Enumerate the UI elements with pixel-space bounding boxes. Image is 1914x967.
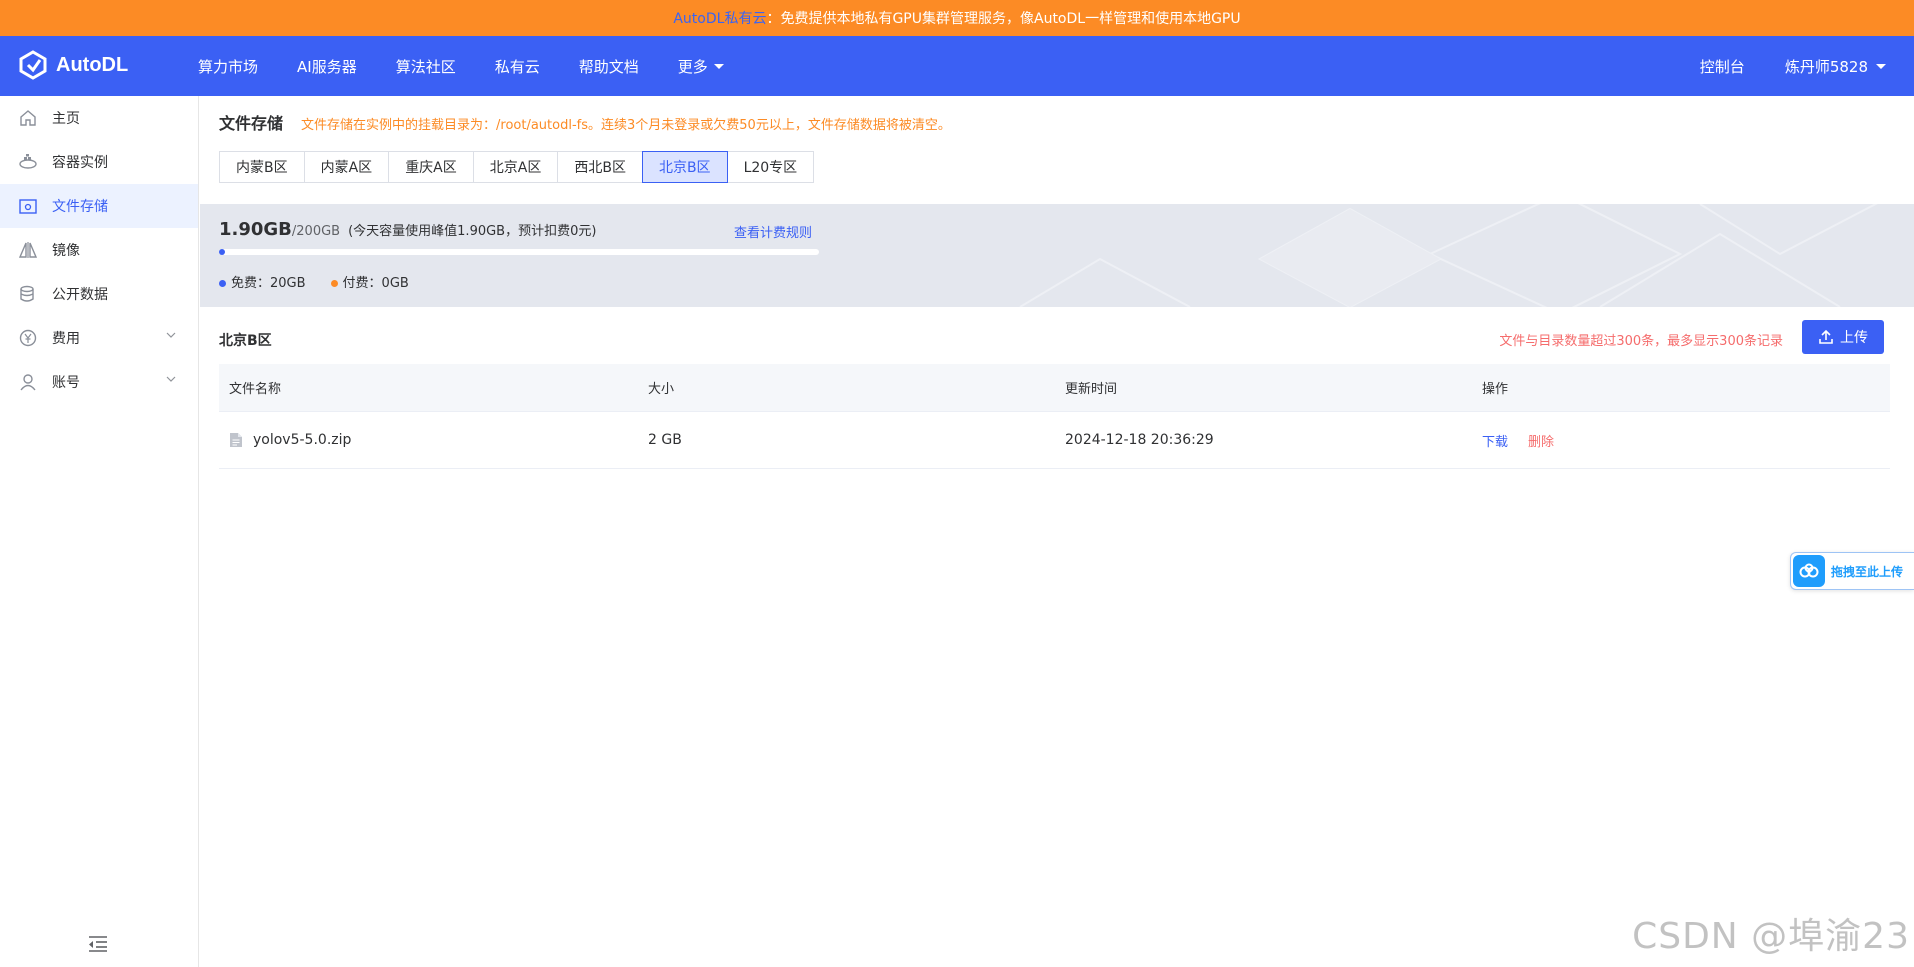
limit-warning: 文件与目录数量超过300条，最多显示300条记录 <box>1499 334 1783 349</box>
legend-free: 免费：20GB <box>219 272 306 291</box>
folder-icon <box>18 196 38 216</box>
nav-right: 控制台 炼丹师5828 <box>1700 36 1886 96</box>
legend-free-label: 免费：20GB <box>231 276 306 291</box>
logo-text: AutoDL <box>56 53 129 76</box>
watermark: CSDN @埠渝23 <box>1632 916 1910 957</box>
tab-neimeng-a[interactable]: 内蒙A区 <box>303 151 390 183</box>
usage-summary: 1.90GB /200GB (今天容量使用峰值1.90GB，预计扣费0元) <box>219 219 596 240</box>
caret-down-icon <box>1876 63 1886 69</box>
usage-note: (今天容量使用峰值1.90GB，预计扣费0元) <box>348 224 597 239</box>
private-cloud-link[interactable]: AutoDL私有云 <box>673 8 766 28</box>
legend-paid-label: 付费：0GB <box>342 276 409 291</box>
announcement-bar: AutoDL私有云 ：免费提供本地私有GPU集群管理服务，像AutoDL一样管理… <box>0 0 1914 36</box>
nav-item-ai-server[interactable]: AI服务器 <box>297 56 357 77</box>
file-actions: 下载 删除 <box>1472 431 1890 450</box>
tab-xibei-b[interactable]: 西北B区 <box>557 151 643 183</box>
file-updated-time: 2024-12-18 20:36:29 <box>1065 432 1214 448</box>
user-menu[interactable]: 炼丹师5828 <box>1785 56 1886 77</box>
nav-item-compute-market[interactable]: 算力市场 <box>198 56 258 77</box>
sidebar-item-label: 账号 <box>52 375 80 391</box>
sidebar-item-label: 文件存储 <box>52 199 108 215</box>
file-icon <box>230 433 242 447</box>
usage-progress-bar <box>219 249 819 255</box>
nav-menu: 算力市场 AI服务器 算法社区 私有云 帮助文档 更多 <box>198 36 763 96</box>
usage-used: 1.90GB <box>219 219 292 240</box>
tab-chongqing-a[interactable]: 重庆A区 <box>388 151 474 183</box>
nav-item-help-docs[interactable]: 帮助文档 <box>579 56 639 77</box>
tab-l20[interactable]: L20专区 <box>726 151 815 183</box>
database-icon <box>18 284 38 304</box>
sidebar-item-public-data[interactable]: 公开数据 <box>0 272 198 316</box>
sidebar-item-images[interactable]: 镜像 <box>0 228 198 272</box>
usage-total: /200GB <box>291 224 341 239</box>
table-header: 文件名称 大小 更新时间 操作 <box>219 364 1890 412</box>
usage-progress-fill <box>219 249 225 255</box>
sidebar-item-label: 公开数据 <box>52 287 108 303</box>
sidebar-item-account[interactable]: 账号 <box>0 360 198 404</box>
legend-paid: 付费：0GB <box>330 272 409 291</box>
file-name: yolov5-5.0.zip <box>253 432 352 448</box>
download-link[interactable]: 下载 <box>1482 431 1508 450</box>
top-navbar: AutoDL 算力市场 AI服务器 算法社区 私有云 帮助文档 更多 控制台 炼… <box>0 36 1914 96</box>
mount-notice: 文件存储在实例中的挂载目录为：/root/autodl-fs。连续3个月未登录或… <box>301 118 951 133</box>
upload-icon <box>1819 329 1833 344</box>
file-table: 文件名称 大小 更新时间 操作 yolov5-5.0.zip 2 GB 2024… <box>219 364 1890 469</box>
region-title: 北京B区 <box>219 333 272 349</box>
column-header-actions: 操作 <box>1482 382 1509 397</box>
main-content: 文件存储 文件存储在实例中的挂载目录为：/root/autodl-fs。连续3个… <box>200 96 1914 967</box>
file-size: 2 GB <box>648 432 682 448</box>
drag-upload-label: 拖拽至此上传 <box>1831 564 1904 579</box>
tab-neimeng-b[interactable]: 内蒙B区 <box>219 151 305 183</box>
logo[interactable]: AutoDL <box>18 50 128 80</box>
file-name-cell: yolov5-5.0.zip <box>219 432 638 448</box>
page-header: 文件存储 文件存储在实例中的挂载目录为：/root/autodl-fs。连续3个… <box>219 110 951 134</box>
sidebar-item-home[interactable]: 主页 <box>0 96 198 140</box>
delete-link[interactable]: 删除 <box>1528 431 1554 450</box>
chevron-down-icon <box>166 332 176 338</box>
nav-item-more[interactable]: 更多 <box>678 56 724 77</box>
yen-icon <box>18 328 38 348</box>
tab-beijing-a[interactable]: 北京A区 <box>472 151 559 183</box>
usage-legend: 免费：20GB 付费：0GB <box>219 272 409 291</box>
sidebar-item-file-storage[interactable]: 文件存储 <box>0 184 198 228</box>
sidebar-item-label: 容器实例 <box>52 155 108 171</box>
storage-usage-panel: 1.90GB /200GB (今天容量使用峰值1.90GB，预计扣费0元) 查看… <box>200 204 1914 307</box>
drag-upload-widget[interactable]: 拖拽至此上传 <box>1790 552 1914 590</box>
home-icon <box>18 108 38 128</box>
upload-label: 上传 <box>1840 330 1868 346</box>
username: 炼丹师5828 <box>1784 57 1868 76</box>
mirror-icon <box>18 240 38 260</box>
announcement-text: ：免费提供本地私有GPU集群管理服务，像AutoDL一样管理和使用本地GPU <box>766 11 1241 27</box>
nav-item-algorithm-community[interactable]: 算法社区 <box>396 56 456 77</box>
console-link[interactable]: 控制台 <box>1700 56 1745 77</box>
column-header-size: 大小 <box>648 382 675 397</box>
nav-more-label: 更多 <box>677 57 708 76</box>
tab-beijing-b[interactable]: 北京B区 <box>641 151 728 183</box>
chevron-down-icon <box>166 376 176 382</box>
table-row: yolov5-5.0.zip 2 GB 2024-12-18 20:36:29 … <box>219 412 1890 469</box>
billing-rules-link[interactable]: 查看计费规则 <box>734 222 812 241</box>
column-header-name: 文件名称 <box>229 382 282 397</box>
sidebar-item-label: 费用 <box>52 331 80 347</box>
sidebar-item-label: 主页 <box>52 111 80 127</box>
page-title: 文件存储 <box>219 114 284 133</box>
nav-item-private-cloud[interactable]: 私有云 <box>495 56 540 77</box>
sidebar-item-billing[interactable]: 费用 <box>0 316 198 360</box>
region-tabs: 内蒙B区 内蒙A区 重庆A区 北京A区 西北B区 北京B区 L20专区 <box>219 151 815 183</box>
collapse-sidebar-icon[interactable] <box>88 935 108 953</box>
sidebar-item-container-instances[interactable]: 容器实例 <box>0 140 198 184</box>
baidu-cloud-icon <box>1793 555 1825 587</box>
sidebar-item-label: 镜像 <box>52 243 80 259</box>
upload-button[interactable]: 上传 <box>1802 320 1884 354</box>
autodl-logo-icon <box>19 50 47 80</box>
free-dot-icon <box>219 280 226 287</box>
user-icon <box>18 372 38 392</box>
container-icon <box>18 152 38 172</box>
caret-down-icon <box>713 63 724 69</box>
sidebar: 主页 容器实例 文件存储 镜像 公开数据 费用 账号 <box>0 96 199 967</box>
paid-dot-icon <box>330 280 338 287</box>
column-header-updated: 更新时间 <box>1065 382 1118 397</box>
